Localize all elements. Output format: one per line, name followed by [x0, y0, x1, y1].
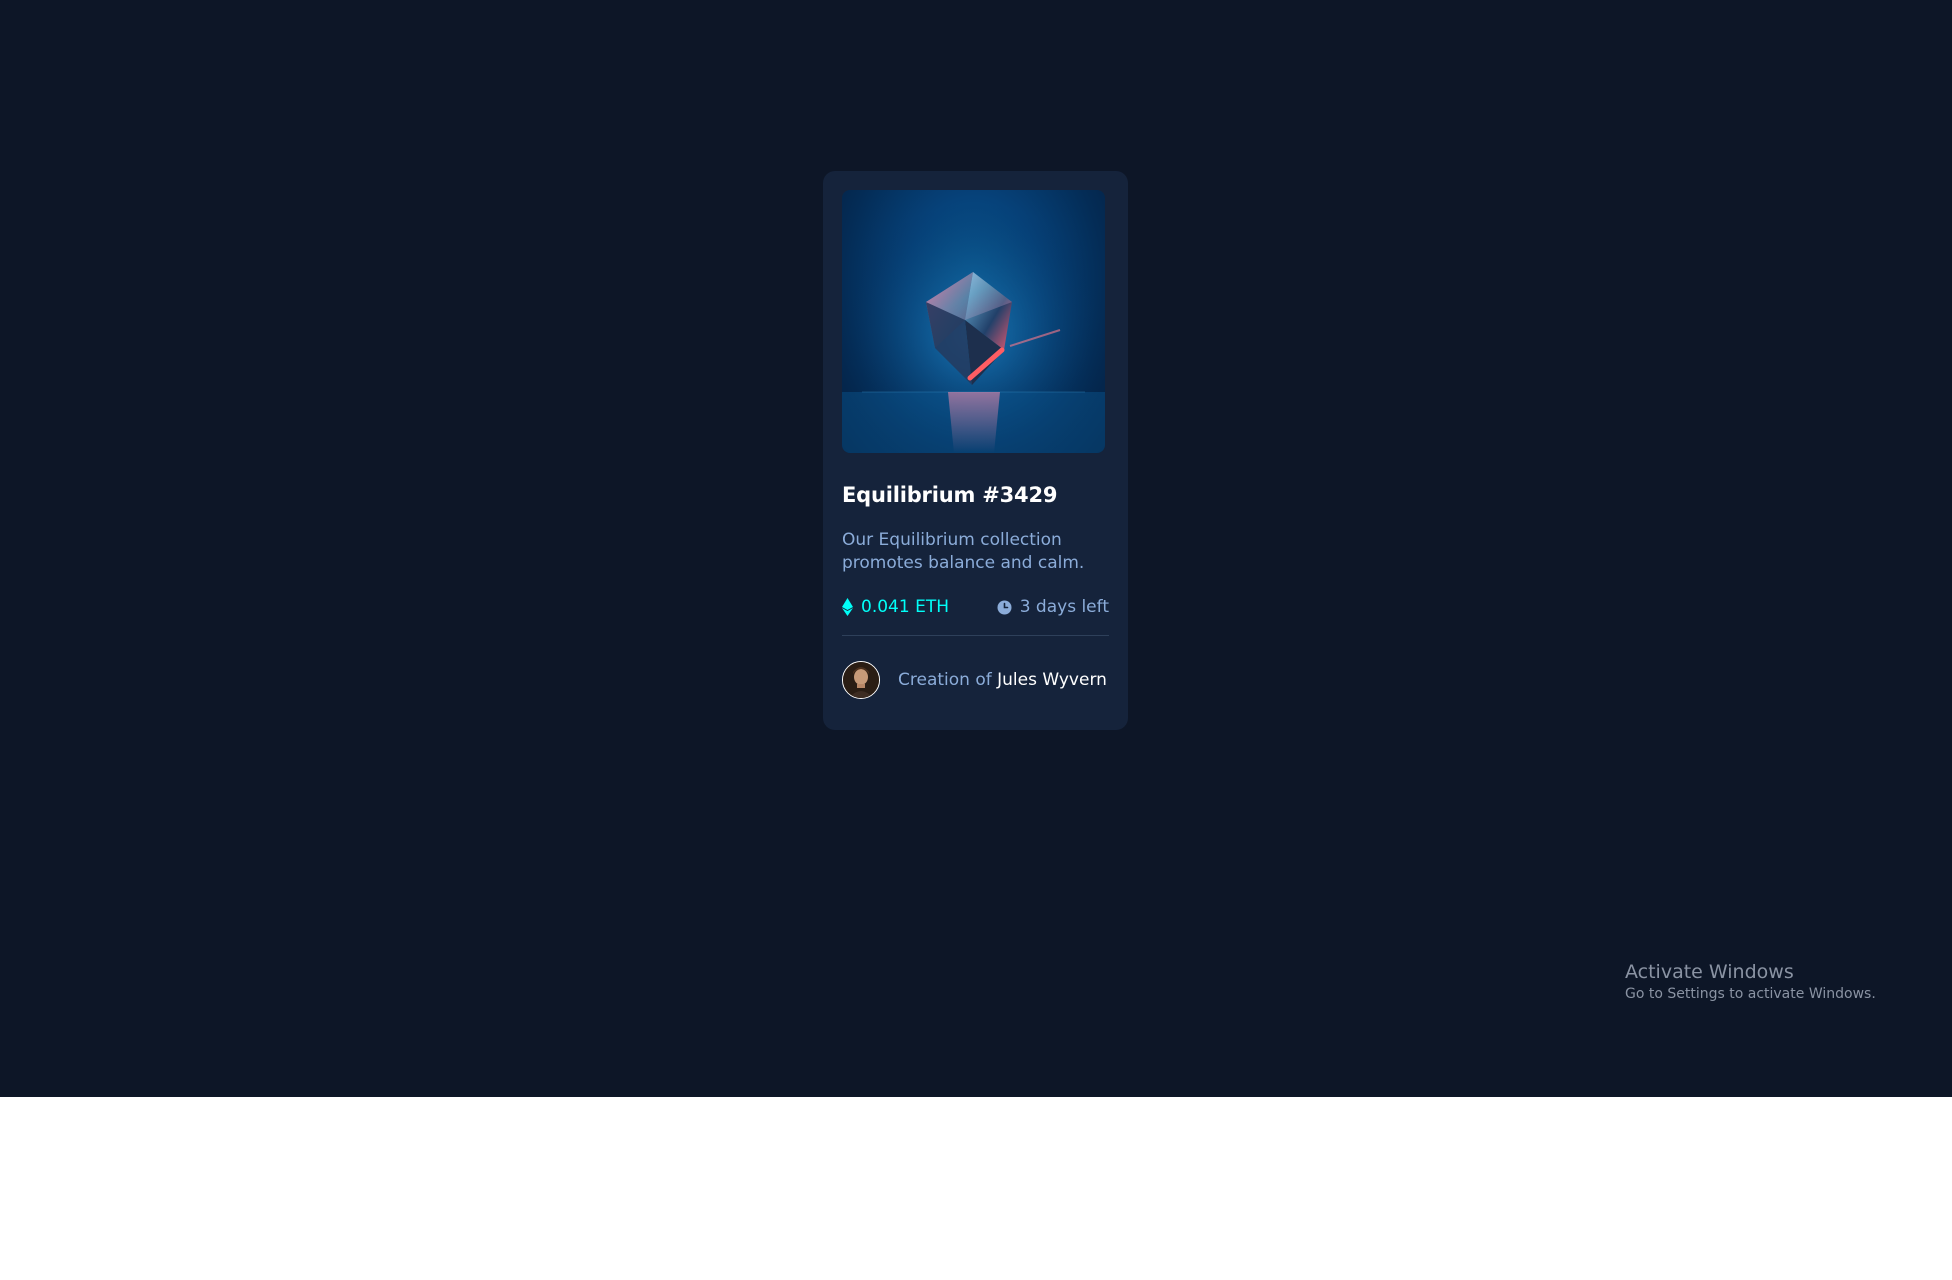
ethereum-icon [842, 598, 853, 616]
nft-card: Equilibrium #3429 Our Equilibrium collec… [823, 171, 1128, 730]
price-info: 0.041 ETH [842, 597, 949, 617]
creator-text: Creation of Jules Wyvern [898, 670, 1107, 690]
watermark-title: Activate Windows [1625, 961, 1794, 983]
equilibrium-cube-image [842, 190, 1105, 453]
time-info: 3 days left [997, 597, 1109, 617]
price-value: 0.041 ETH [861, 597, 949, 617]
watermark-subtitle: Go to Settings to activate Windows. [1625, 986, 1876, 1002]
nft-meta: 0.041 ETH 3 days left [842, 596, 1109, 618]
time-left-value: 3 days left [1019, 597, 1109, 617]
nft-description: Our Equilibrium collection promotes bala… [842, 530, 1085, 573]
nft-image[interactable] [842, 190, 1105, 453]
creator-row: Creation of Jules Wyvern [842, 661, 1109, 699]
page-background: Equilibrium #3429 Our Equilibrium collec… [0, 0, 1952, 1097]
activate-windows-watermark: Activate Windows Go to Settings to activ… [1625, 960, 1876, 1004]
creator-name[interactable]: Jules Wyvern [997, 670, 1107, 690]
creator-prefix: Creation of [898, 670, 992, 690]
nft-title[interactable]: Equilibrium #3429 [842, 483, 1109, 507]
creator-avatar [842, 661, 880, 699]
clock-icon [997, 600, 1012, 615]
divider [842, 635, 1109, 636]
